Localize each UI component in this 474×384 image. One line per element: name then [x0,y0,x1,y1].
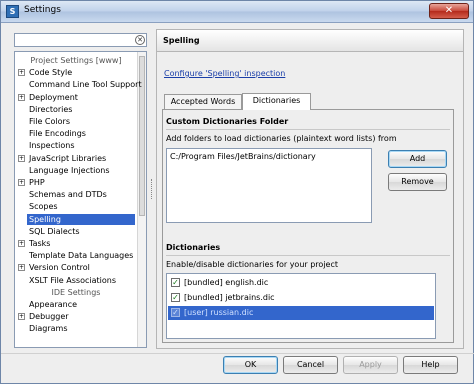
settings-page: Spelling Configure 'Spelling' inspection… [156,29,464,349]
window-title: Settings [24,5,61,15]
sidebar-item-code-style[interactable]: + Code Style [15,67,137,78]
tree-item-label: Inspections [29,141,75,151]
tree-item-label: Debugger [29,312,69,322]
close-button[interactable]: ✕ [429,3,469,19]
sidebar-item-template-data-languages[interactable]: Template Data Languages [15,250,137,261]
tree-item-label: IDE Settings [51,287,101,297]
expand-icon[interactable]: + [18,69,25,77]
sidebar-item-javascript-libraries[interactable]: + JavaScript Libraries [15,153,137,164]
dictionaries-tab-panel: Custom Dictionaries Folder Add folders t… [162,109,454,343]
folder-list[interactable]: C:/Program Files/JetBrains/dictionary [166,148,372,223]
tree-item-label: XSLT File Associations [29,275,116,285]
sidebar-item-php[interactable]: + PHP [15,177,137,188]
settings-app-icon: S [6,5,19,18]
footer-divider [1,353,474,354]
clear-search-icon[interactable]: ✕ [135,35,145,45]
sidebar-item-debugger[interactable]: + Debugger [15,311,137,322]
sidebar-item-language-injections[interactable]: Language Injections [15,165,137,176]
sidebar-item-version-control[interactable]: + Version Control [15,262,137,273]
tree-item-label: JavaScript Libraries [29,153,107,163]
settings-navigation: ✕ Project Settings [www] + Code Style Comma… [14,29,149,349]
settings-tree[interactable]: Project Settings [www] + Code Style Command… [14,51,147,348]
dictionary-item-english[interactable]: ✓ [bundled] english.dic [168,276,434,290]
title-bar[interactable]: S Settings ✕ [1,1,473,23]
sidebar-item-diagrams[interactable]: Diagrams [15,323,137,334]
tree-item-label: Deployment [29,92,78,102]
settings-window: S Settings ✕ ✕ Project Settings [www] + Co… [0,0,474,384]
apply-button[interactable]: Apply [343,356,398,374]
tree-item-label: Scopes [29,202,58,212]
custom-folder-title: Custom Dictionaries Folder [166,117,289,126]
tree-item-label: Tasks [29,239,51,248]
search-input[interactable]: ✕ [14,33,147,47]
sidebar-item-schemas-and-dtds[interactable]: Schemas and DTDs [15,189,137,200]
expand-icon[interactable]: + [18,313,25,321]
sidebar-item-xslt-file-associations[interactable]: XSLT File Associations [15,275,137,286]
tab-accepted-words[interactable]: Accepted Words [164,94,242,109]
sidebar-item-inspections[interactable]: Inspections [15,140,137,151]
dictionary-checkbox[interactable]: ✓ [171,278,180,287]
splitter-grip [151,179,153,199]
expand-icon[interactable]: + [18,264,25,272]
dictionaries-hint: Enable/disable dictionaries for your pro… [166,260,338,269]
tree-item-label: Schemas and DTDs [29,190,107,200]
dictionary-checkbox[interactable]: ✓ [171,293,180,302]
tree-item-label: Directories [29,104,73,114]
sidebar-item-spelling[interactable]: Spelling [15,213,137,225]
dictionary-checkbox[interactable]: ✓ [171,308,180,317]
sidebar-item-appearance[interactable]: Appearance [15,299,137,310]
folder-path-item[interactable]: C:/Program Files/JetBrains/dictionary [170,152,316,161]
tree-item-label: Version Control [29,263,90,273]
expand-icon[interactable]: + [18,93,25,101]
tree-item-label: File Colors [29,117,70,126]
sidebar-item-file-colors[interactable]: File Colors [15,116,137,127]
tree-scrollbar[interactable] [137,52,146,347]
tree-section-project-settings-www: Project Settings [www] [15,55,137,66]
tree-section-ide-settings: IDE Settings [15,287,137,298]
dictionaries-divider [166,255,450,256]
add-folder-button[interactable]: Add [388,150,447,168]
custom-folder-divider [166,129,450,130]
cancel-button[interactable]: Cancel [283,356,338,374]
page-title: Spelling [163,36,200,45]
tree-item-label: Diagrams [29,324,68,334]
tree-item-label: PHP [29,178,45,187]
tree-item-label: SQL Dialects [29,226,80,236]
configure-inspection-link[interactable]: Configure 'Spelling' inspection [164,69,285,78]
tree-item-label: Code Style [29,68,73,78]
sidebar-item-scopes[interactable]: Scopes [15,201,137,212]
tree-item-label: Appearance [29,300,78,309]
tree-item-label: Spelling [27,213,135,225]
expand-icon[interactable]: + [18,179,25,186]
dictionary-label: [user] russian.dic [184,308,254,317]
ok-button[interactable]: OK [223,356,278,374]
sidebar-item-deployment[interactable]: + Deployment [15,92,137,103]
sidebar-item-directories[interactable]: Directories [15,104,137,115]
tree-item-label: Language Injections [29,165,110,175]
tree-item-label: File Encodings [29,129,86,139]
panel-splitter[interactable] [150,29,154,349]
dictionary-label: [bundled] english.dic [184,278,269,287]
sidebar-item-command-line-tool-support[interactable]: Command Line Tool Support [15,79,142,90]
tree-item-label: Template Data Languages [29,251,134,261]
tree-item-label: Project Settings [www] [30,56,122,65]
tab-dictionaries[interactable]: Dictionaries [242,93,311,110]
dictionary-label: [bundled] jetbrains.dic [184,293,275,302]
expand-icon[interactable]: + [18,240,25,247]
sidebar-item-sql-dialects[interactable]: SQL Dialects [15,226,137,237]
remove-folder-button[interactable]: Remove [388,173,447,191]
page-header: Spelling [157,30,463,52]
custom-folder-hint: Add folders to load dictionaries (plaint… [166,134,397,143]
expand-icon[interactable]: + [18,154,25,162]
help-button[interactable]: Help [403,356,458,374]
sidebar-item-tasks[interactable]: + Tasks [15,238,137,249]
dictionary-list[interactable]: ✓ [bundled] english.dic ✓ [bundled] jetb… [166,273,436,339]
dictionary-item-russian[interactable]: ✓ [user] russian.dic [168,306,434,320]
tree-item-label: Command Line Tool Support [29,80,142,90]
sidebar-item-file-encodings[interactable]: File Encodings [15,128,137,139]
dictionary-item-jetbrains[interactable]: ✓ [bundled] jetbrains.dic [168,291,434,305]
dictionaries-title: Dictionaries [166,243,221,252]
